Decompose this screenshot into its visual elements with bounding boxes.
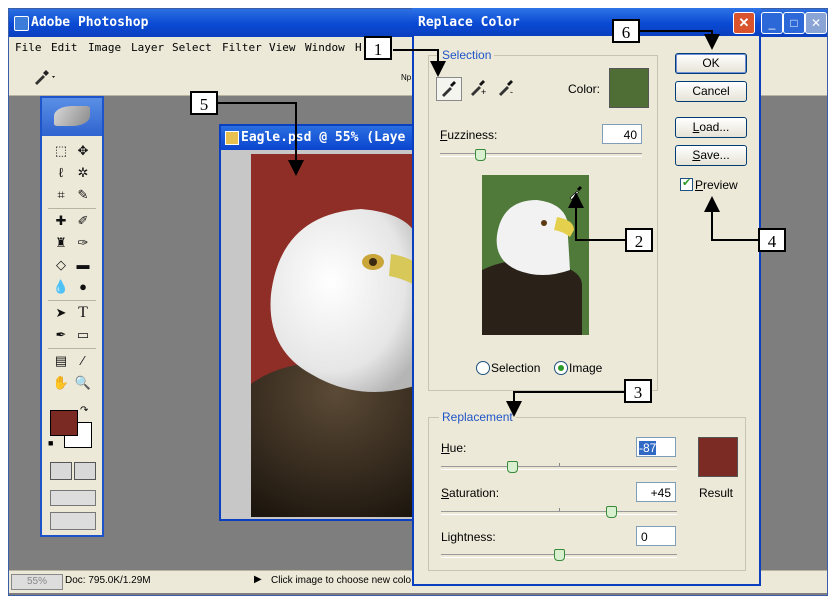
callout-3: 3 (624, 379, 652, 403)
callout-arrows (218, 30, 758, 417)
callout-2: 2 (625, 228, 653, 252)
callout-5: 5 (190, 91, 218, 115)
callout-1: 1 (364, 36, 392, 60)
foreground-color-swatch[interactable] (50, 410, 78, 436)
callout-6: 6 (612, 19, 640, 43)
callout-4: 4 (758, 228, 786, 252)
